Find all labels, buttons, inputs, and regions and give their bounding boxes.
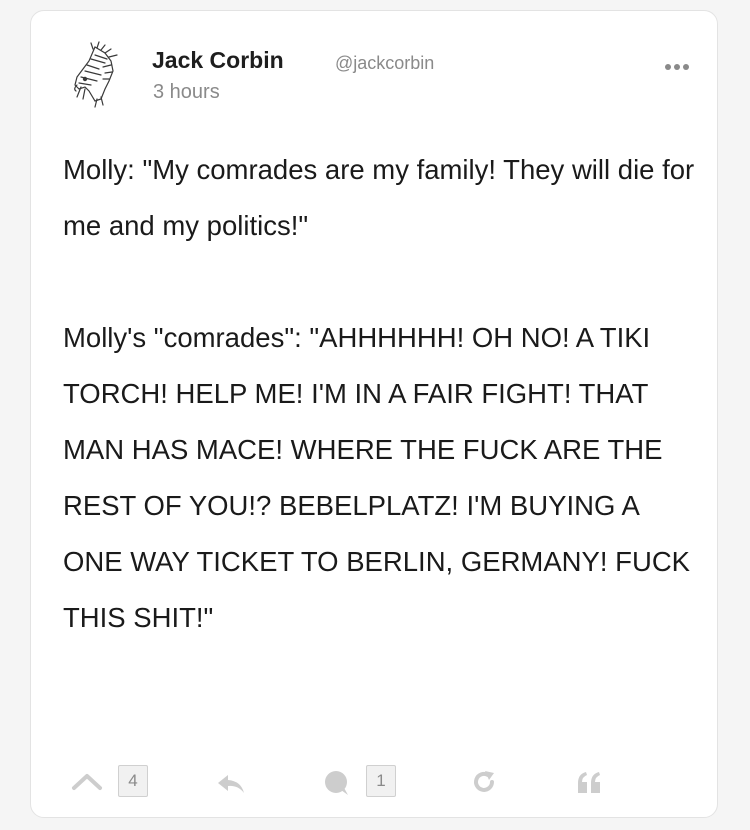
post-card: Jack Corbin @jackcorbin 3 hours Molly: "… (30, 10, 718, 818)
chevron-up-icon[interactable] (71, 771, 103, 791)
reply-icon[interactable] (216, 773, 246, 795)
avatar[interactable] (61, 39, 131, 109)
comment-count: 1 (366, 765, 396, 797)
comment-icon[interactable] (321, 769, 351, 797)
upvote-count: 4 (118, 765, 148, 797)
post-timestamp[interactable]: 3 hours (153, 81, 220, 104)
repost-icon[interactable] (471, 769, 497, 795)
quote-icon[interactable] (576, 769, 604, 795)
post-paragraph: Molly: "My comrades are my family! They … (63, 154, 695, 241)
post-body: Molly: "My comrades are my family! They … (63, 142, 703, 646)
author-handle[interactable]: @jackcorbin (335, 53, 434, 74)
author-name[interactable]: Jack Corbin (152, 47, 284, 74)
post-paragraph: Molly's "comrades": "AHHHHHH! OH NO! A T… (63, 322, 691, 633)
more-dots-icon[interactable] (664, 59, 690, 75)
